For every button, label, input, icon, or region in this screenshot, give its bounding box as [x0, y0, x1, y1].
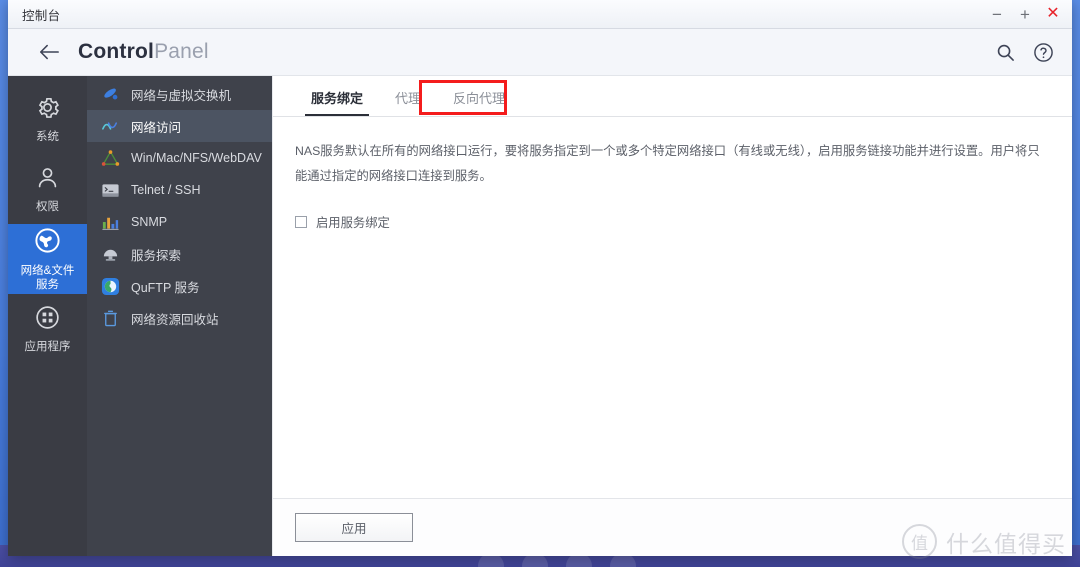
sidebar-item-label: QuFTP 服务: [131, 280, 200, 295]
triangle-icon: [101, 149, 120, 168]
app-header: ControlPanel: [8, 29, 1072, 76]
sidebar-item-network-file-services[interactable]: 网络&文件 服务: [8, 224, 87, 294]
sidebar-item-quftp-service[interactable]: QuFTP 服务: [87, 270, 272, 302]
sidebar-item-win-mac-nfs-webdav[interactable]: Win/Mac/NFS/WebDAV: [87, 142, 272, 174]
sidebar-item-network-access[interactable]: 网络访问: [87, 110, 272, 142]
sidebar-item-label: 权限: [36, 201, 59, 213]
sidebar-item-label: 系统: [36, 131, 59, 143]
trash-icon: [101, 309, 120, 328]
sidebar-item-network-virtual-switch[interactable]: 网络与虚拟交换机: [87, 78, 272, 110]
panel-footer: 应用: [273, 498, 1072, 556]
tab-panel-service-binding: NAS服务默认在所有的网络接口运行，要将服务指定到一个或多个特定网络接口（有线或…: [273, 117, 1072, 498]
control-panel-window: 控制台 − + ✕ ControlPanel 系统 权限 网络&文件 服务 应用…: [8, 0, 1072, 556]
gear-icon: [34, 94, 61, 125]
user-icon: [34, 164, 61, 195]
window-title: 控制台: [22, 8, 61, 23]
secondary-nav-list: 网络与虚拟交换机 网络访问 Win/Mac/NFS/WebDAV Telnet …: [87, 76, 272, 556]
globe-icon: [33, 226, 62, 259]
bar-chart-icon: [101, 213, 120, 232]
header-left: ControlPanel: [38, 40, 209, 64]
tab-service-binding[interactable]: 服务绑定: [295, 88, 379, 116]
sidebar-item-label: 网络与虚拟交换机: [131, 88, 232, 103]
tab-proxy[interactable]: 代理: [379, 88, 437, 116]
enable-service-binding-label: 启用服务绑定: [316, 216, 390, 231]
sidebar-item-label: 网络访问: [131, 120, 182, 135]
wave-line-icon: [101, 117, 120, 136]
help-icon[interactable]: [1033, 42, 1054, 63]
grid-icon: [34, 304, 61, 335]
enable-service-binding-row[interactable]: 启用服务绑定: [295, 213, 1050, 231]
sidebar-item-network-recycle-bin[interactable]: 网络资源回收站: [87, 302, 272, 334]
main-content-panel: 服务绑定 代理 反向代理 NAS服务默认在所有的网络接口运行，要将服务指定到一个…: [272, 76, 1072, 556]
maximize-button[interactable]: +: [1012, 3, 1038, 25]
sidebar-item-privilege[interactable]: 权限: [8, 154, 87, 224]
sidebar-item-label: 网络资源回收站: [131, 312, 219, 327]
network-switch-icon: [101, 85, 120, 104]
page-title-bold: Control: [78, 40, 155, 63]
minimize-button[interactable]: −: [984, 3, 1010, 25]
window-titlebar[interactable]: 控制台 − + ✕: [8, 0, 1072, 29]
quftp-globe-icon: [101, 277, 120, 296]
primary-sidebar: 系统 权限 网络&文件 服务 应用程序: [8, 76, 87, 556]
enable-service-binding-checkbox[interactable]: [295, 216, 307, 229]
back-arrow-icon[interactable]: [38, 43, 60, 61]
sidebar-item-applications[interactable]: 应用程序: [8, 294, 87, 364]
tab-bar: 服务绑定 代理 反向代理: [273, 76, 1072, 117]
page-title-light: Panel: [154, 40, 209, 63]
tab-reverse-proxy[interactable]: 反向代理: [437, 88, 521, 116]
service-binding-description: NAS服务默认在所有的网络接口运行，要将服务指定到一个或多个特定网络接口（有线或…: [295, 144, 1040, 184]
dome-icon: [101, 245, 120, 264]
header-right: [996, 42, 1054, 63]
sidebar-item-label: Win/Mac/NFS/WebDAV: [131, 151, 262, 165]
close-button[interactable]: ✕: [1040, 3, 1066, 25]
sidebar-item-label: 服务探索: [131, 248, 182, 263]
sidebar-item-telnet-ssh[interactable]: Telnet / SSH: [87, 174, 272, 206]
terminal-icon: [101, 181, 120, 200]
window-controls: − + ✕: [984, 3, 1066, 25]
sidebar-item-snmp[interactable]: SNMP: [87, 206, 272, 238]
sidebar-item-label: Telnet / SSH: [131, 183, 201, 197]
search-icon[interactable]: [996, 43, 1015, 62]
window-body: 系统 权限 网络&文件 服务 应用程序 网络与虚拟交换机 网络访问 Win/Ma…: [8, 76, 1072, 556]
sidebar-item-label: 应用程序: [24, 341, 71, 353]
sidebar-item-system[interactable]: 系统: [8, 84, 87, 154]
page-title: ControlPanel: [78, 40, 209, 64]
sidebar-item-label: 网络&文件 服务: [20, 265, 75, 291]
apply-button[interactable]: 应用: [295, 513, 413, 542]
sidebar-item-label: SNMP: [131, 215, 168, 229]
sidebar-item-service-discovery[interactable]: 服务探索: [87, 238, 272, 270]
